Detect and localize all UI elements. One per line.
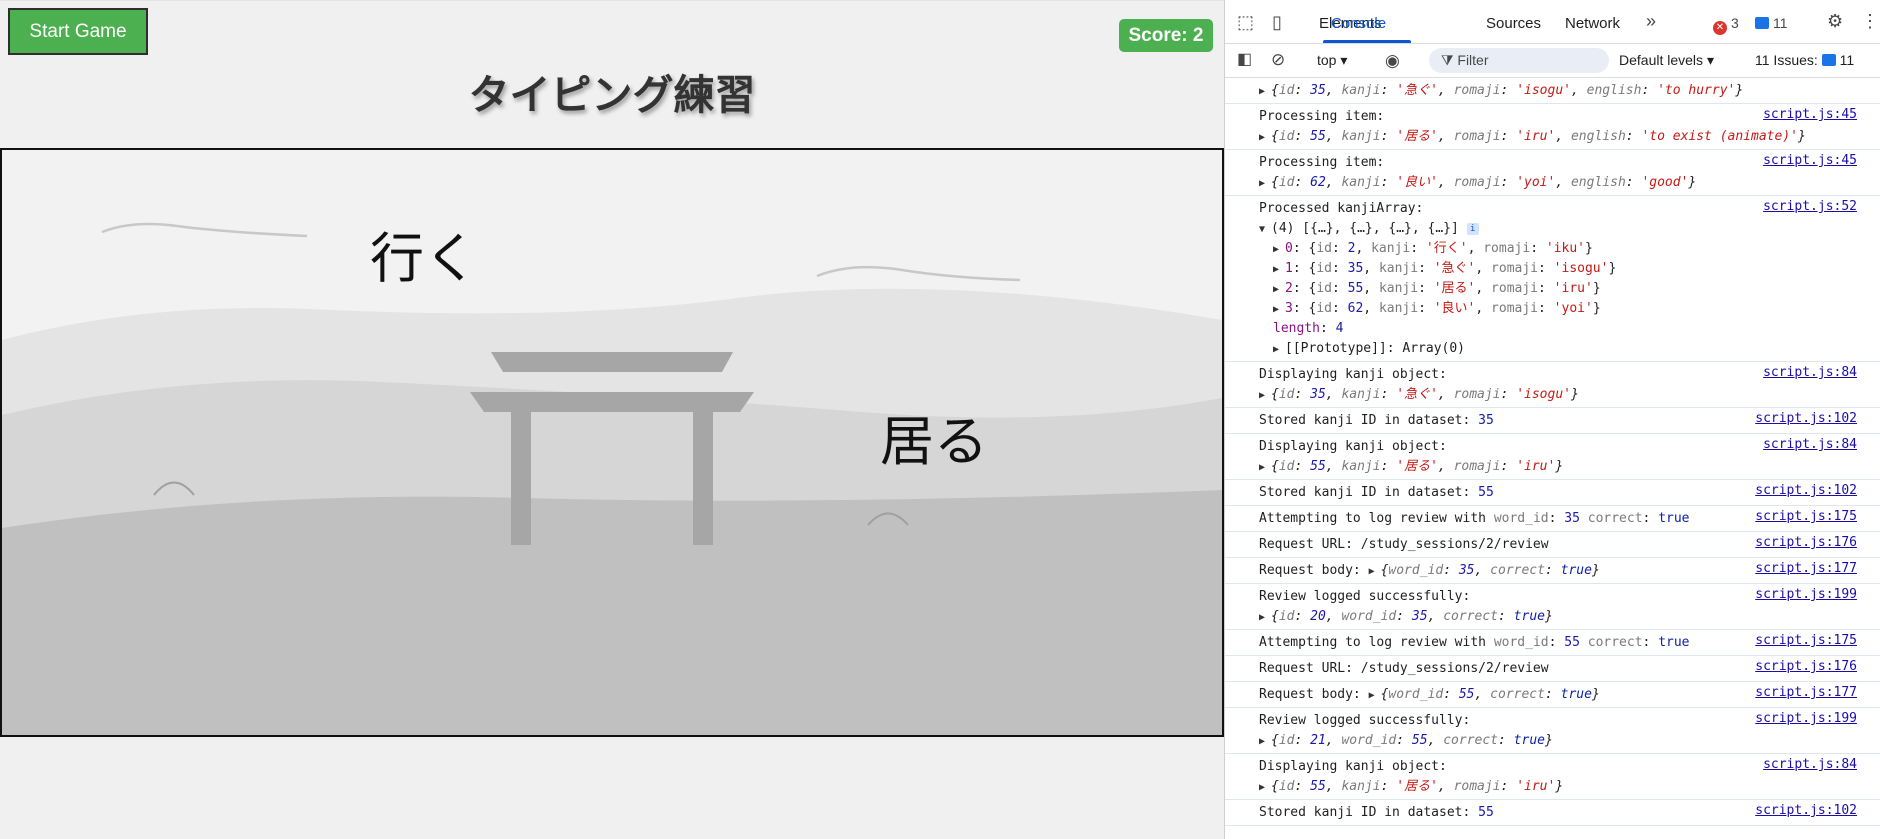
console-line[interactable]: ▶ {id: 35, kanji: '急ぐ', romaji: 'isogu'}	[1259, 385, 1857, 405]
source-link[interactable]: script.js:45	[1763, 153, 1857, 168]
message-count-badge[interactable]: 11	[1755, 15, 1788, 31]
source-link[interactable]: script.js:175	[1755, 633, 1857, 648]
tab-console[interactable]: Console	[1331, 15, 1386, 32]
gear-icon[interactable]: ⚙	[1827, 12, 1843, 30]
console-entry: Request URL: /study_sessions/2/review scr…	[1225, 532, 1880, 558]
landscape-background	[2, 150, 1222, 735]
console-toolbar: ◧ ⊘ top ▾ ◉ ⧩ Filter Default levels ▾ 11…	[1225, 44, 1880, 78]
inspect-element-icon[interactable]: ⬚	[1237, 13, 1254, 31]
source-link[interactable]: script.js:102	[1755, 411, 1857, 426]
source-link[interactable]: script.js:176	[1755, 659, 1857, 674]
error-count-badge[interactable]: ✕ 3	[1713, 15, 1739, 35]
source-link[interactable]: script.js:177	[1755, 685, 1857, 700]
game-page: Start Game Score: 2 タイピング練習 行く 居る	[0, 0, 1224, 839]
console-entry: Request body: ▶ {word_id: 55, correct: tr…	[1225, 682, 1880, 708]
console-entry: Stored kanji ID in dataset: 35 script.js:…	[1225, 408, 1880, 434]
console-line[interactable]: ▶ {id: 55, kanji: '居る', romaji: 'iru'}	[1259, 457, 1857, 477]
tab-network[interactable]: Network	[1565, 15, 1620, 32]
chevron-down-icon: ▾	[1340, 52, 1348, 68]
console-entry: Stored kanji ID in dataset: 55 script.js:…	[1225, 480, 1880, 506]
console-entry: Attempting to log review with word_id: 5…	[1225, 630, 1880, 656]
filter-placeholder: Filter	[1457, 52, 1489, 68]
issues-button[interactable]: 11 Issues: 11	[1755, 52, 1854, 68]
console-entry: Stored kanji ID in dataset: 55 script.js:…	[1225, 800, 1880, 826]
source-link[interactable]: script.js:45	[1763, 107, 1857, 122]
eye-icon[interactable]: ◉	[1385, 52, 1400, 69]
levels-value: Default levels	[1619, 52, 1704, 68]
source-link[interactable]: script.js:102	[1755, 483, 1857, 498]
message-icon	[1755, 17, 1769, 29]
source-link[interactable]: script.js:199	[1755, 587, 1857, 602]
chevron-down-icon: ▾	[1706, 52, 1714, 68]
console-line[interactable]: ▶ {id: 55, kanji: '居る', romaji: 'iru', en…	[1259, 127, 1857, 147]
score-badge: Score: 2	[1119, 19, 1213, 52]
source-link[interactable]: script.js:84	[1763, 757, 1857, 772]
source-link[interactable]: script.js:102	[1755, 803, 1857, 818]
source-link[interactable]: script.js:176	[1755, 535, 1857, 550]
console-line[interactable]: ▶ {id: 20, word_id: 35, correct: true}	[1259, 607, 1857, 627]
source-link[interactable]: script.js:177	[1755, 561, 1857, 576]
tab-sources[interactable]: Sources	[1486, 15, 1541, 32]
error-icon: ✕	[1713, 21, 1727, 35]
console-line[interactable]: ▶ {id: 35, kanji: '急ぐ', romaji: 'isogu', …	[1259, 81, 1857, 101]
source-link[interactable]: script.js:84	[1763, 365, 1857, 380]
devtools-panel: ⬚ ▯ Elements Console Sources Network » ✕…	[1224, 0, 1880, 839]
console-entry: Processed kanjiArray: ▼ (4) [{…}, {…}, {…}…	[1225, 196, 1880, 362]
console-line[interactable]: ▶ {id: 21, word_id: 55, correct: true}	[1259, 731, 1857, 751]
console-line[interactable]: ▶ 0: {id: 2, kanji: '行く', romaji: 'iku'}	[1259, 239, 1857, 259]
console-line[interactable]: ▼ (4) [{…}, {…}, {…}, {…}] i	[1259, 219, 1857, 239]
sidebar-toggle-icon[interactable]: ◧	[1237, 52, 1252, 68]
console-line[interactable]: ▶ [[Prototype]]: Array(0)	[1259, 339, 1857, 359]
message-count: 11	[1773, 15, 1788, 31]
console-entry: Attempting to log review with word_id: 3…	[1225, 506, 1880, 532]
log-levels-select[interactable]: Default levels ▾	[1619, 52, 1714, 69]
falling-word: 居る	[880, 410, 988, 473]
console-entry: Displaying kanji object: ▶ {id: 35, kanji:…	[1225, 362, 1880, 408]
console-line: length: 4	[1273, 321, 1344, 336]
context-value: top	[1317, 52, 1337, 68]
console-entry: Request body: ▶ {word_id: 35, correct: tr…	[1225, 558, 1880, 584]
falling-word: 行く	[370, 227, 478, 290]
console-entry: Request URL: /study_sessions/2/review scr…	[1225, 656, 1880, 682]
source-link[interactable]: script.js:84	[1763, 437, 1857, 452]
page-title: タイピング練習	[468, 71, 756, 119]
source-link[interactable]: script.js:52	[1763, 199, 1857, 214]
console-line[interactable]: ▶ 3: {id: 62, kanji: '良い', romaji: 'yoi'}	[1259, 299, 1857, 319]
console-entry: Review logged successfully: ▶ {id: 21, wor…	[1225, 708, 1880, 754]
filter-icon: ⧩	[1441, 52, 1454, 68]
clear-console-icon[interactable]: ⊘	[1271, 51, 1285, 68]
context-select[interactable]: top ▾	[1317, 52, 1347, 69]
console-line[interactable]: ▶ {id: 55, kanji: '居る', romaji: 'iru'}	[1259, 777, 1857, 797]
console-entry: Processing item: ▶ {id: 62, kanji: '良い', r…	[1225, 150, 1880, 196]
active-tab-indicator	[1323, 40, 1411, 43]
console-line[interactable]: ▶ {id: 62, kanji: '良い', romaji: 'yoi', en…	[1259, 173, 1857, 193]
source-link[interactable]: script.js:199	[1755, 711, 1857, 726]
device-toolbar-icon[interactable]: ▯	[1272, 13, 1282, 31]
console-log: ▶ {id: 35, kanji: '急ぐ', romaji: 'isogu', …	[1225, 78, 1880, 839]
kebab-menu-icon[interactable]: ⋮	[1861, 12, 1879, 30]
issues-count: 11	[1839, 52, 1855, 68]
devtools-tab-bar: ⬚ ▯ Elements Console Sources Network » ✕…	[1225, 0, 1880, 44]
more-tabs-icon[interactable]: »	[1646, 12, 1656, 30]
console-entry: Processing item: ▶ {id: 55, kanji: '居る', r…	[1225, 104, 1880, 150]
console-entry: Review logged successfully: ▶ {id: 20, wor…	[1225, 584, 1880, 630]
issues-label: 11 Issues:	[1755, 52, 1818, 68]
console-entry: ▶ {id: 35, kanji: '急ぐ', romaji: 'isogu', …	[1225, 78, 1880, 104]
source-link[interactable]: script.js:175	[1755, 509, 1857, 524]
console-entry: Displaying kanji object: ▶ {id: 55, kanji:…	[1225, 434, 1880, 480]
error-count: 3	[1731, 15, 1739, 31]
console-line[interactable]: ▶ 2: {id: 55, kanji: '居る', romaji: 'iru'}	[1259, 279, 1857, 299]
console-line[interactable]: ▶ 1: {id: 35, kanji: '急ぐ', romaji: 'isogu…	[1259, 259, 1857, 279]
console-entry: Displaying kanji object: ▶ {id: 55, kanji:…	[1225, 754, 1880, 800]
message-icon	[1821, 54, 1836, 66]
game-area[interactable]: 行く 居る	[0, 148, 1224, 737]
start-game-button[interactable]: Start Game	[8, 8, 148, 55]
filter-input[interactable]: ⧩ Filter	[1429, 48, 1609, 73]
